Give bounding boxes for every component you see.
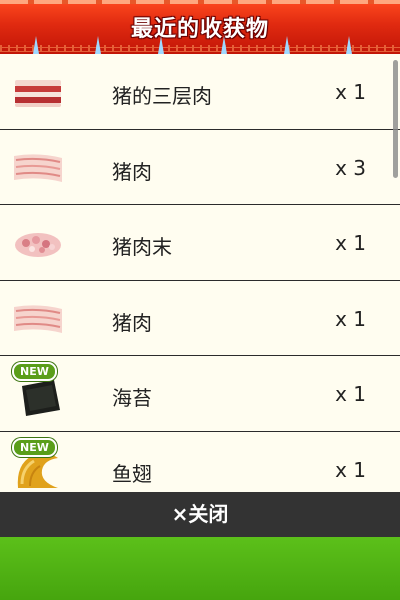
scrollbar[interactable] <box>393 60 398 178</box>
item-name: 猪肉 <box>112 310 152 335</box>
item-name: 猪肉末 <box>112 235 172 259</box>
item-name: 猪的三层肉 <box>112 84 212 108</box>
pork-slices-icon <box>14 304 62 333</box>
item-quantity: x 3 <box>335 155 366 180</box>
item-quantity: x 1 <box>335 306 366 331</box>
harvest-list[interactable]: 猪的三层肉 x 1 猪肉 x 3 猪肉末 x 1 猪肉 x 1 NEW 海苔 x… <box>0 54 400 492</box>
icicle-decoration <box>284 36 290 54</box>
header-decoration <box>0 0 400 4</box>
list-item[interactable]: NEW 海苔 x 1 <box>0 356 400 432</box>
header-pattern <box>0 45 400 52</box>
close-button[interactable]: ×关闭 <box>0 492 400 537</box>
list-item[interactable]: 猪的三层肉 x 1 <box>0 54 400 130</box>
icicle-decoration <box>158 36 164 54</box>
pork-slices-icon <box>14 153 62 182</box>
pork-belly-icon <box>15 80 61 107</box>
icicle-decoration <box>221 36 227 54</box>
list-item[interactable]: 猪肉末 x 1 <box>0 205 400 281</box>
ground-pork-icon <box>15 233 61 257</box>
list-item[interactable]: NEW 鱼翅 x 1 <box>0 431 400 492</box>
item-quantity: x 1 <box>335 382 366 406</box>
item-name: 猪肉 <box>112 159 152 184</box>
page-title: 最近的收获物 <box>130 17 269 42</box>
list-item[interactable]: 猪肉 x 1 <box>0 280 400 356</box>
new-badge: NEW <box>12 437 57 457</box>
icicle-decoration <box>95 36 101 54</box>
new-badge: NEW <box>12 362 57 381</box>
item-quantity: x 1 <box>335 457 366 482</box>
green-background <box>0 537 400 600</box>
item-quantity: x 1 <box>335 80 366 104</box>
list-item[interactable]: 猪肉 x 3 <box>0 129 400 205</box>
item-name: 鱼翅 <box>112 461 152 486</box>
item-quantity: x 1 <box>335 231 366 255</box>
header-bar: 最近的收获物 <box>0 0 400 54</box>
icicle-decoration <box>33 36 39 54</box>
icicle-decoration <box>346 36 352 54</box>
item-name: 海苔 <box>112 386 152 410</box>
